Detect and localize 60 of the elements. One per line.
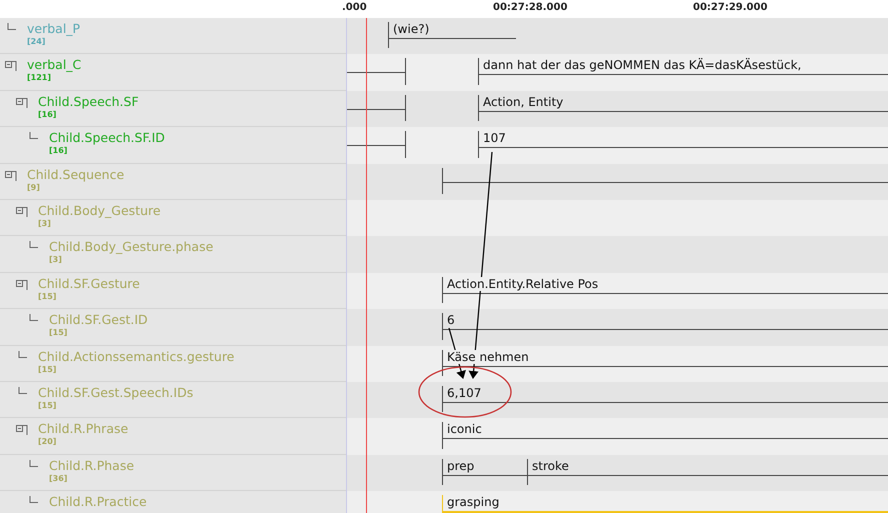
annotation-segment[interactable]: 6 xyxy=(442,313,888,340)
tier-name[interactable]: Child.Actionssemantics.gesture xyxy=(38,348,234,365)
expand-box-icon[interactable] xyxy=(15,204,29,217)
annotation-segment[interactable] xyxy=(442,168,888,194)
expand-box-icon[interactable] xyxy=(15,96,29,108)
annotation-text: iconic xyxy=(447,422,482,436)
annotation-text: grasping xyxy=(447,495,500,510)
annotation-count: [3] xyxy=(49,255,63,264)
annotation-count: [121] xyxy=(27,73,52,82)
annotation-segment[interactable]: iconic xyxy=(442,422,888,449)
expand-box-icon[interactable] xyxy=(4,59,18,72)
time-label: 00:27:28.000 xyxy=(493,3,568,13)
annotation-segment[interactable]: 6,107 xyxy=(442,386,888,412)
tier-name[interactable]: Child.SF.Gest.Speech.IDs xyxy=(38,384,194,401)
tier-name[interactable]: verbal_C xyxy=(27,57,82,74)
annotation-segment[interactable]: Action.Entity.Relative Pos xyxy=(442,276,888,304)
annotation-text: 107 xyxy=(483,131,506,146)
time-label: 00:27:29.000 xyxy=(693,3,768,13)
annotation-text: 6 xyxy=(447,313,455,328)
annotation-segment[interactable]: stroke xyxy=(527,458,888,486)
tier-name[interactable]: Child.Speech.SF.ID xyxy=(49,130,165,146)
annotation-segment[interactable]: (wie?) xyxy=(388,22,516,48)
annotation-count: [15] xyxy=(38,364,58,374)
annotation-text: stroke xyxy=(532,458,569,473)
annotation-count: [24] xyxy=(27,37,46,46)
tier-name[interactable]: Child.Body_Gesture.phase xyxy=(49,239,214,256)
expand-box-icon[interactable] xyxy=(4,168,18,181)
tier-name[interactable]: Child.R.Practice xyxy=(49,494,147,510)
expand-box-icon[interactable] xyxy=(15,423,29,436)
annotation-count: [15] xyxy=(38,400,58,410)
annotation-count: [3] xyxy=(38,218,52,228)
annotation-text: 6,107 xyxy=(447,386,482,400)
annotation-count: [20] xyxy=(38,437,58,446)
annotation-segment[interactable]: prep xyxy=(442,458,527,486)
tier-name[interactable]: Child.R.Phrase xyxy=(38,421,128,438)
annotation-text: Action, Entity xyxy=(483,94,564,109)
annotation-segment[interactable]: 107 xyxy=(478,131,888,158)
tier-name[interactable]: Child.Speech.SF xyxy=(38,94,139,110)
annotation-count: [16] xyxy=(38,110,58,119)
tier-name[interactable]: Child.Body_Gesture xyxy=(38,202,161,219)
annotation-text: Käse nehmen xyxy=(447,350,529,364)
time-label: .000 xyxy=(342,3,367,13)
tier-name[interactable]: Child.Sequence xyxy=(27,166,124,183)
tier-name[interactable]: Child.R.Phase xyxy=(49,458,134,474)
annotation-segment[interactable]: dann hat der das geNOMMEN das KÄ=dasKÄsestück, xyxy=(478,58,888,85)
tier-name[interactable]: Child.SF.Gest.ID xyxy=(49,312,148,328)
tier-name[interactable]: Child.SF.Gesture xyxy=(38,276,140,292)
annotation-text: dann hat der das geNOMMEN das KÄ=dasKÄsestück, xyxy=(483,58,802,72)
annotation-segment[interactable]: Action, Entity xyxy=(478,94,888,122)
annotation-segment[interactable]: grasping xyxy=(442,495,888,513)
annotation-count: [36] xyxy=(49,474,68,483)
annotation-text: (wie?) xyxy=(393,22,430,36)
tier-name[interactable]: verbal_P xyxy=(27,21,80,37)
annotation-count: [15] xyxy=(38,292,58,301)
expand-box-icon[interactable] xyxy=(15,278,29,290)
annotation-count: [16] xyxy=(49,146,68,156)
annotation-segment[interactable]: Käse nehmen xyxy=(442,350,888,376)
annotation-count: [15] xyxy=(49,328,68,338)
annotation-text: Action.Entity.Relative Pos xyxy=(447,276,598,291)
annotation-count: [9] xyxy=(27,182,41,192)
